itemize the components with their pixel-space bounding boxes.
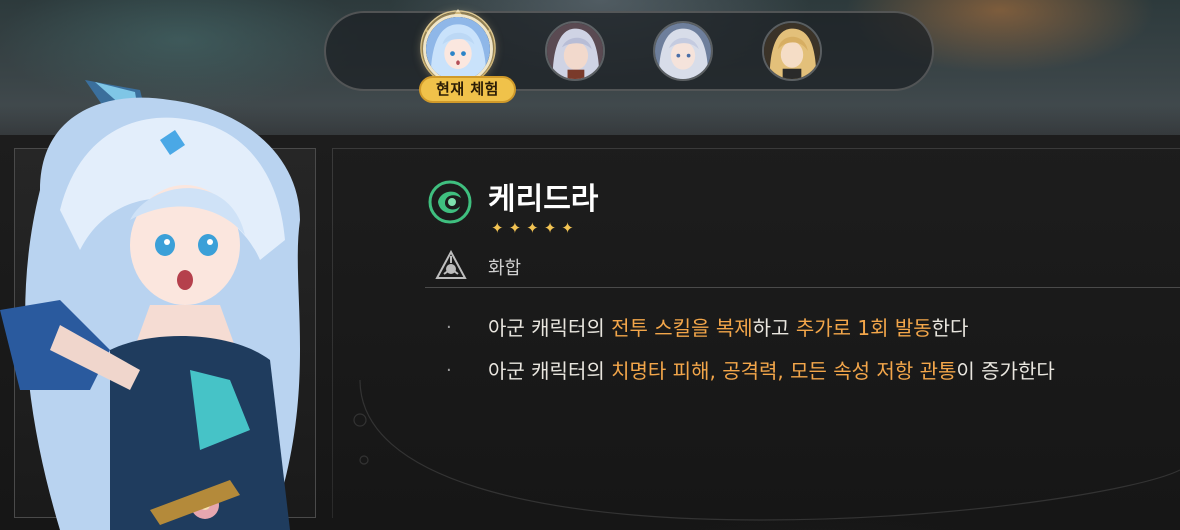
description-line-1: · 아군 캐릭터의 전투 스킬을 복제하고 추가로 1회 발동한다 bbox=[440, 313, 1180, 356]
desc1-text-2: 하고 bbox=[752, 316, 796, 340]
bullet-icon: · bbox=[446, 317, 452, 338]
frame-divider-horizontal bbox=[332, 148, 1180, 149]
description-line-2: · 아군 캐릭터의 치명타 피해, 공격력, 모든 속성 저항 관통이 증가한다 bbox=[440, 356, 1180, 399]
rarity-stars: ✦✦✦✦✦ bbox=[491, 219, 579, 237]
avatar-silver-hair-girl-icon bbox=[655, 23, 711, 79]
frame-divider-vertical bbox=[332, 148, 333, 518]
wind-element-icon bbox=[428, 180, 472, 224]
desc2-text-2: 이 증가한다 bbox=[956, 359, 1055, 383]
desc2-highlight-1: 치명타 피해, 공격력, 모든 속성 저항 관통 bbox=[611, 359, 957, 383]
desc1-text-1: 아군 캐릭터의 bbox=[488, 316, 612, 340]
character-name: 케리드라 bbox=[488, 182, 599, 217]
desc1-text-3: 한다 bbox=[931, 316, 969, 340]
desc1-highlight-1: 전투 스킬을 복제 bbox=[611, 316, 753, 340]
character-path: 화합 bbox=[488, 258, 522, 279]
character-portrait bbox=[0, 80, 301, 530]
avatar-kerydra[interactable] bbox=[423, 14, 493, 84]
avatar-silver-hair-boy-icon bbox=[547, 23, 603, 79]
harmony-path-icon bbox=[435, 250, 467, 279]
character-switcher bbox=[324, 11, 934, 91]
avatar-slot-4[interactable] bbox=[762, 21, 822, 81]
avatar-blonde-boy-icon bbox=[764, 23, 820, 79]
avatar-slot-2[interactable] bbox=[545, 21, 605, 81]
desc1-highlight-2: 추가로 1회 발동 bbox=[795, 316, 932, 340]
bullet-icon: · bbox=[446, 360, 452, 381]
desc2-text-1: 아군 캐릭터의 bbox=[488, 359, 612, 383]
current-trial-badge: 현재 체험 bbox=[419, 76, 516, 103]
avatar-slot-3[interactable] bbox=[653, 21, 713, 81]
avatar-blue-hair-girl-icon bbox=[426, 17, 490, 81]
section-divider bbox=[425, 287, 1180, 288]
ability-description: · 아군 캐릭터의 전투 스킬을 복제하고 추가로 1회 발동한다 · 아군 캐… bbox=[440, 313, 1180, 399]
